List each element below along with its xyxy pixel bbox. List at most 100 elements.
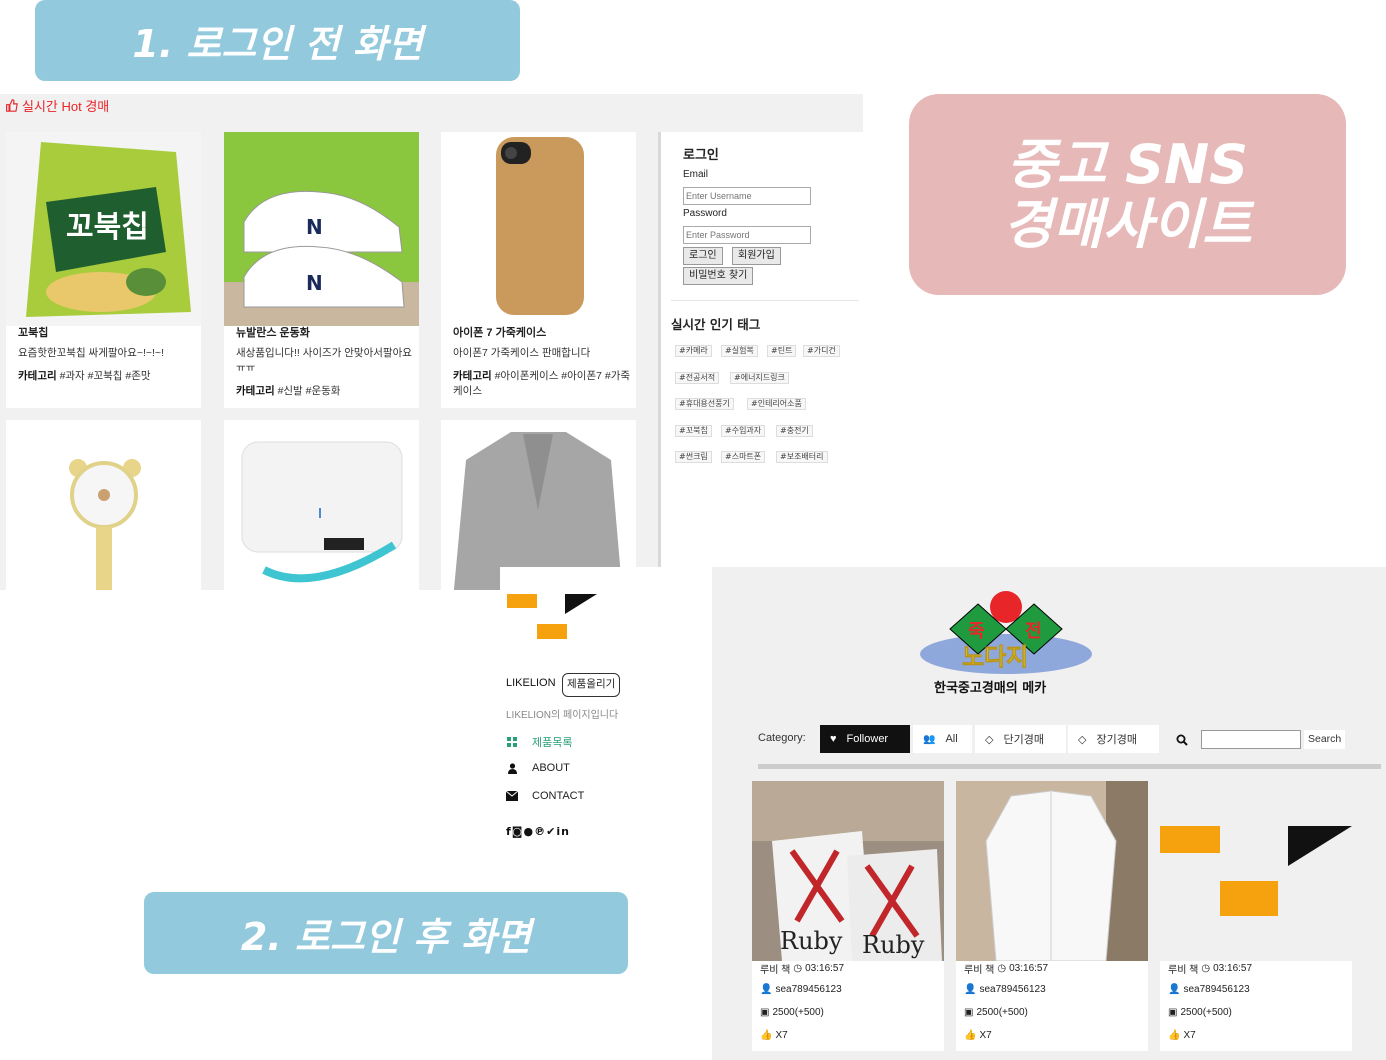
product-card[interactable]: 꼬북칩 꼬북칩 요즘핫한꼬북칩 싸게팔아요~!~!~! 카테고리 #과자 #꼬북… xyxy=(6,132,201,408)
likes-count: X7 xyxy=(1183,1030,1196,1041)
screenshot-likelion-page: LIKELION 제품올리기 LIKELION의 페이지입니다 제품목록 ABO… xyxy=(500,567,712,857)
likes-row[interactable]: 👍 X7 xyxy=(1168,1030,1196,1041)
svg-text:꼬북칩: 꼬북칩 xyxy=(66,210,149,245)
signup-button[interactable]: 회원가입 xyxy=(732,247,781,265)
product-title: 꼬북칩 xyxy=(18,327,49,339)
tab-short-auction[interactable]: ◇ 단기경매 xyxy=(975,725,1066,753)
product-card[interactable] xyxy=(224,420,419,590)
tag-chip[interactable]: #가디건 xyxy=(803,345,840,357)
user-icon: 👤 xyxy=(760,984,773,995)
search-input[interactable] xyxy=(1201,730,1301,749)
product-image xyxy=(441,420,636,590)
product-image xyxy=(224,420,419,590)
github-icon[interactable]: ● xyxy=(523,825,534,838)
clock-icon: ◷ xyxy=(1201,963,1211,974)
product-card[interactable] xyxy=(441,420,636,590)
product-image: 꼬북칩 xyxy=(6,132,201,326)
find-password-button[interactable]: 비밀번호 찾기 xyxy=(683,267,754,285)
email-field[interactable] xyxy=(683,187,811,205)
likes-row[interactable]: 👍 X7 xyxy=(964,1030,992,1041)
price-row: ▣ 2500(+500) xyxy=(1168,1007,1232,1018)
banner-before-login-text: 1. 로그인 전 화면 xyxy=(132,22,423,66)
auction-card[interactable]: Ruby Ruby 루비 책 ◷ 03:16:57 👤 sea789456123… xyxy=(752,781,944,1051)
thumbs-up-icon: 👍 xyxy=(964,1030,977,1041)
tag-chip[interactable]: #꼬북칩 xyxy=(675,425,712,437)
banner-before-login: 1. 로그인 전 화면 xyxy=(35,0,520,81)
remaining-time: 03:16:57 xyxy=(1009,963,1049,974)
logo-char-left: 죽 xyxy=(968,621,985,642)
users-icon: 👥 xyxy=(923,733,936,745)
tab-long-auction[interactable]: ◇ 장기경매 xyxy=(1068,725,1159,753)
price: 2500(+500) xyxy=(772,1007,824,1018)
tag-chip[interactable]: #보조배터리 xyxy=(776,451,828,463)
category-label: 카테고리 xyxy=(236,385,275,397)
search-button[interactable]: Search xyxy=(1304,730,1346,749)
site-logo[interactable]: 죽 전 노다지 한국중고경매의 메카 xyxy=(918,589,1098,701)
tag-chip[interactable]: #휴대용선풍기 xyxy=(675,398,734,410)
screenshot-auction-main: 죽 전 노다지 한국중고경매의 메카 Category: ♥ Follower … xyxy=(712,567,1386,1060)
product-card[interactable] xyxy=(6,420,201,590)
product-card[interactable]: 아이폰 7 가죽케이스 아이폰7 가죽케이스 판매합니다 카테고리 #아이폰케이… xyxy=(441,132,636,408)
likelion-logo xyxy=(507,594,597,639)
social-links: f◙●℗✔in xyxy=(506,825,570,838)
product-title-row: 루비 책 ◷ 03:16:57 xyxy=(964,961,1048,976)
auction-card[interactable]: 루비 책 ◷ 03:16:57 👤 sea789456123 ▣ 2500(+5… xyxy=(956,781,1148,1051)
screenshot-before-login: 실시간 Hot 경매 꼬북칩 꼬북칩 요즘핫한꼬북칩 싸게팔아요~!~!~! 카… xyxy=(0,94,863,590)
user-icon: 👤 xyxy=(964,984,977,995)
auction-card[interactable]: 루비 책 ◷ 03:16:57 👤 sea789456123 ▣ 2500(+5… xyxy=(1160,781,1352,1051)
pinterest-icon[interactable]: ℗ xyxy=(534,825,546,838)
hot-auction-header: 실시간 Hot 경매 xyxy=(5,96,109,115)
tag-chip[interactable]: #실험복 xyxy=(721,345,758,357)
tag-chip[interactable]: #에너지드링크 xyxy=(730,372,789,384)
tag-chip[interactable]: #수입과자 xyxy=(721,425,766,437)
category-label: Category: xyxy=(758,732,806,744)
logo-caption: 한국중고경매의 메카 xyxy=(934,681,1047,696)
thumbs-up-icon xyxy=(6,99,18,112)
linkedin-icon[interactable]: in xyxy=(556,825,570,838)
tab-follower[interactable]: ♥ Follower xyxy=(820,725,910,753)
tag-chip[interactable]: #틴트 xyxy=(767,345,797,357)
tab-label: All xyxy=(945,733,958,745)
password-label: Password xyxy=(683,208,727,219)
nav-item-about[interactable]: ABOUT xyxy=(506,762,570,774)
twitter-icon[interactable]: ✔ xyxy=(546,825,556,838)
logo-title: 노다지 xyxy=(962,643,1028,671)
password-field[interactable] xyxy=(683,226,811,244)
banner-site-title: 중고 SNS 경매사이트 xyxy=(909,94,1346,295)
upload-product-button[interactable]: 제품올리기 xyxy=(562,673,621,697)
instagram-icon[interactable]: ◙ xyxy=(512,825,524,838)
product-card[interactable]: N N 뉴발란스 운동화 새상품입니다!! 사이즈가 안맞아서팔아요ㅠㅠ 카테고… xyxy=(224,132,419,408)
diamond-icon: ◇ xyxy=(985,733,994,746)
thumbs-up-icon: 👍 xyxy=(760,1030,773,1041)
remaining-time: 03:16:57 xyxy=(1213,963,1253,974)
user-icon: 👤 xyxy=(1168,984,1181,995)
grid-icon xyxy=(506,736,518,748)
tag-chip[interactable]: #충전기 xyxy=(776,425,813,437)
category-label: 카테고리 xyxy=(18,370,57,382)
product-description: 새상품입니다!! 사이즈가 안맞아서팔아요ㅠㅠ xyxy=(236,347,412,374)
category-tags: #신발 #운동화 xyxy=(277,385,341,397)
product-category: 카테고리 #아이폰케이스 #아이폰7 #가죽케이스 xyxy=(453,369,633,399)
tab-all[interactable]: 👥 All xyxy=(913,725,972,753)
tag-chip[interactable]: #카메라 xyxy=(675,345,712,357)
tag-chip[interactable]: #스마트폰 xyxy=(721,451,766,463)
product-title: 루비 책 xyxy=(760,965,791,976)
nav-item-products[interactable]: 제품목록 xyxy=(506,734,572,750)
seller-row: 👤 sea789456123 xyxy=(760,984,842,995)
product-description: 아이폰7 가죽케이스 판매합니다 xyxy=(453,347,591,359)
price-row: ▣ 2500(+500) xyxy=(964,1007,1028,1018)
money-icon: ▣ xyxy=(760,1007,770,1018)
product-title-row: 루비 책 ◷ 03:16:57 xyxy=(760,961,844,976)
site-title-line1: 중고 SNS xyxy=(1006,133,1249,197)
tag-chip[interactable]: #썬크림 xyxy=(675,451,712,463)
divider xyxy=(758,764,1381,769)
tag-chip[interactable]: #인테리어소품 xyxy=(747,398,806,410)
tab-label: Follower xyxy=(846,733,889,745)
brand-name: LIKELION xyxy=(506,677,556,689)
login-button[interactable]: 로그인 xyxy=(683,247,723,265)
money-icon: ▣ xyxy=(1168,1007,1178,1018)
likes-row[interactable]: 👍 X7 xyxy=(760,1030,788,1041)
nav-item-contact[interactable]: CONTACT xyxy=(506,790,584,802)
price: 2500(+500) xyxy=(1180,1007,1232,1018)
tag-chip[interactable]: #전공서적 xyxy=(675,372,720,384)
